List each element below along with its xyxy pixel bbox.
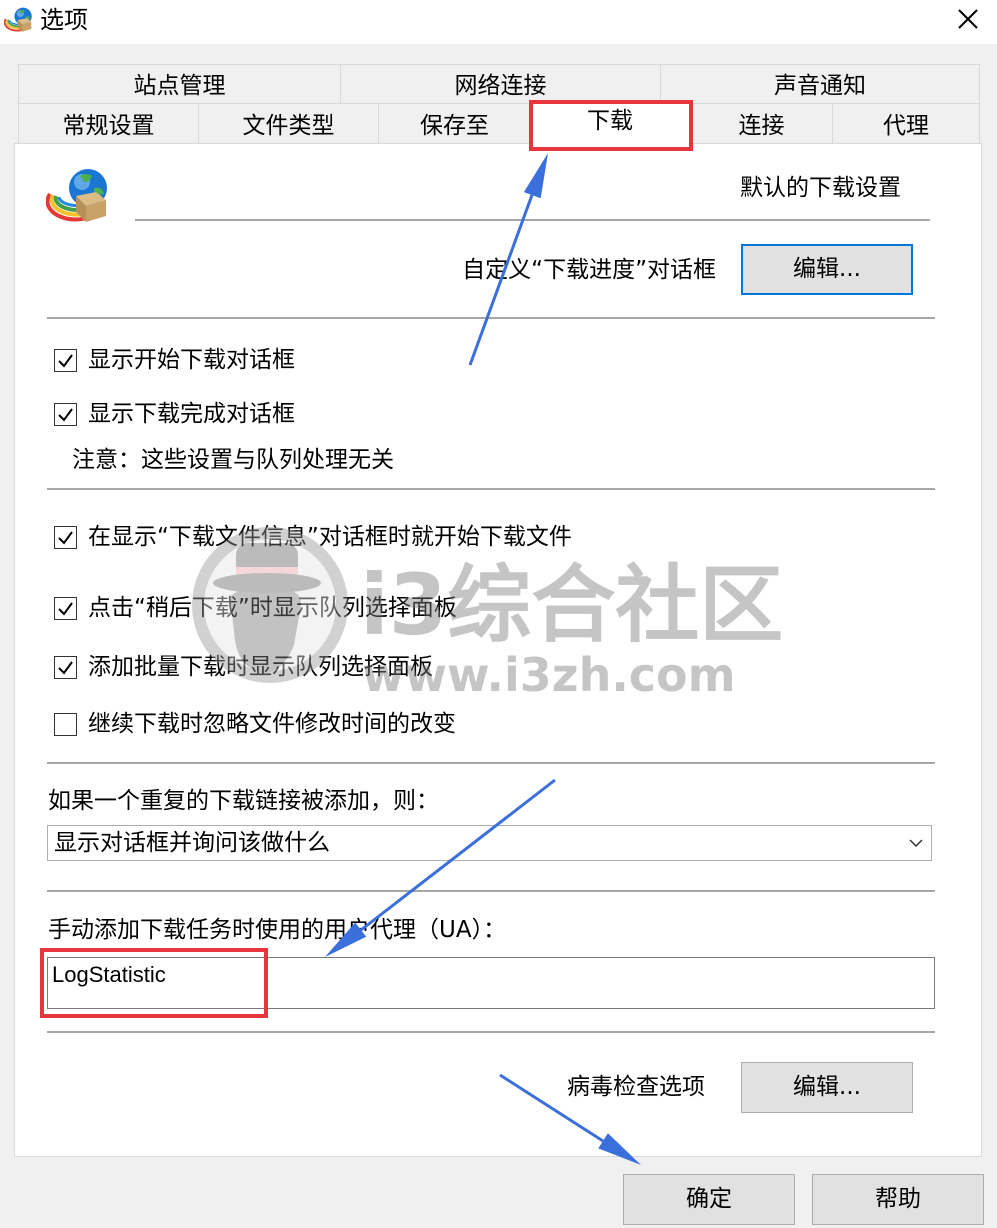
select-value: 显示对话框并询问该做什么 xyxy=(54,830,330,856)
close-button[interactable] xyxy=(946,0,990,40)
tab-general[interactable]: 常规设置 xyxy=(18,103,199,144)
checkbox-row-show-start-dialog[interactable]: 显示开始下载对话框 xyxy=(54,345,674,375)
tab-label: 连接 xyxy=(738,113,785,139)
tab-downloads[interactable]: 下载 xyxy=(530,100,690,145)
note-text: 注意：这些设置与队列处理无关 xyxy=(72,447,394,473)
checkbox[interactable] xyxy=(54,526,77,549)
tab-label: 下载 xyxy=(587,108,633,134)
virus-check-label: 病毒检查选项 xyxy=(567,1074,705,1100)
checkbox-label: 显示下载完成对话框 xyxy=(88,401,295,427)
checkbox[interactable] xyxy=(54,713,77,736)
checkbox-row-queue-on-batch[interactable]: 添加批量下载时显示队列选择面板 xyxy=(54,652,674,682)
checkmark-icon xyxy=(58,602,73,616)
tab-label: 代理 xyxy=(883,113,929,139)
tab-file-types[interactable]: 文件类型 xyxy=(198,103,379,144)
tab-label: 站点管理 xyxy=(133,73,226,99)
tab-label: 文件类型 xyxy=(242,113,335,139)
checkmark-icon xyxy=(58,354,73,368)
ok-button[interactable]: 确定 xyxy=(623,1174,795,1225)
section-divider xyxy=(47,762,935,764)
edit-virus-check-button[interactable]: 编辑... xyxy=(741,1062,913,1113)
checkbox-row-ignore-modified-time[interactable]: 继续下载时忽略文件修改时间的改变 xyxy=(54,709,674,739)
checkbox-label: 显示开始下载对话框 xyxy=(88,347,295,373)
checkbox-row-show-complete-dialog[interactable]: 显示下载完成对话框 xyxy=(54,399,674,429)
close-icon xyxy=(958,9,978,29)
checkbox-row-start-on-file-info[interactable]: 在显示“下载文件信息”对话框时就开始下载文件 xyxy=(54,522,674,552)
tab-label: 网络连接 xyxy=(454,73,547,99)
tab-label: 保存至 xyxy=(420,113,489,139)
checkbox[interactable] xyxy=(54,597,77,620)
checkbox-label: 点击“稍后下载”时显示队列选择面板 xyxy=(88,595,457,621)
section-divider xyxy=(47,317,935,319)
tab-network-connection[interactable]: 网络连接 xyxy=(340,64,661,104)
title-bar[interactable]: 选项 xyxy=(0,0,997,44)
checkbox-label: 添加批量下载时显示队列选择面板 xyxy=(88,654,433,680)
tab-proxy[interactable]: 代理 xyxy=(832,103,980,144)
section-divider xyxy=(47,890,935,892)
tab-label: 声音通知 xyxy=(774,73,866,99)
tab-site-management[interactable]: 站点管理 xyxy=(18,64,341,104)
window-title: 选项 xyxy=(40,6,88,34)
progress-dialog-label: 自定义“下载进度”对话框 xyxy=(462,257,716,283)
help-button[interactable]: 帮助 xyxy=(812,1174,984,1225)
checkmark-icon xyxy=(58,661,73,675)
checkbox-label: 继续下载时忽略文件修改时间的改变 xyxy=(88,711,456,737)
checkmark-icon xyxy=(58,408,73,422)
duplicate-action-select[interactable]: 显示对话框并询问该做什么 xyxy=(47,825,932,861)
tab-save-to[interactable]: 保存至 xyxy=(378,103,531,144)
edit-progress-dialog-button[interactable]: 编辑... xyxy=(741,244,913,295)
tab-sound-notification[interactable]: 声音通知 xyxy=(660,64,980,104)
user-agent-label: 手动添加下载任务时使用的用户代理（UA）： xyxy=(48,917,507,943)
checkbox-label: 在显示“下载文件信息”对话框时就开始下载文件 xyxy=(88,524,572,550)
checkbox[interactable] xyxy=(54,403,77,426)
section-divider xyxy=(47,1031,935,1033)
checkmark-icon xyxy=(58,531,73,545)
checkbox-row-queue-on-download-later[interactable]: 点击“稍后下载”时显示队列选择面板 xyxy=(54,593,674,623)
checkbox[interactable] xyxy=(54,349,77,372)
idm-logo-icon xyxy=(46,169,107,222)
tab-connection[interactable]: 连接 xyxy=(690,103,833,144)
header-divider xyxy=(135,219,930,221)
section-divider xyxy=(47,488,935,490)
checkbox[interactable] xyxy=(54,656,77,679)
chevron-down-icon xyxy=(909,839,923,848)
idm-globe-icon xyxy=(4,7,32,32)
duplicate-link-label: 如果一个重复的下载链接被添加，则： xyxy=(48,788,439,814)
section-header-title: 默认的下载设置 xyxy=(740,175,901,201)
user-agent-input[interactable] xyxy=(47,957,935,1009)
tab-label: 常规设置 xyxy=(62,113,155,139)
